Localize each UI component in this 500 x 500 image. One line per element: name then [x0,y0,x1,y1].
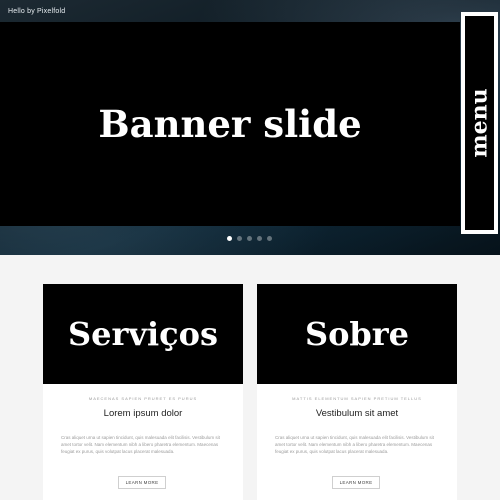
hero-background: Hello by Pixelfold Banner slide [0,0,500,255]
menu-button[interactable]: menu [461,12,498,234]
slider-dot[interactable] [257,236,262,241]
card-eyebrow: MATTIS ELEMENTUM SAPIEN PRETIUM TELLUS [292,396,422,401]
card-title: Vestibulum sit amet [315,408,399,419]
card-heading: Serviços [43,284,243,384]
card-text: Cras aliquet urna ut sapien tincidunt, q… [61,435,220,454]
card-about: Sobre MATTIS ELEMENTUM SAPIEN PRETIUM TE… [257,284,457,500]
slider-dot[interactable] [227,236,232,241]
banner-slide: Banner slide [0,22,460,226]
menu-label: menu [466,88,493,158]
slider-dots [227,236,272,241]
slider-dot[interactable] [267,236,272,241]
brand-logo[interactable]: Hello by Pixelfold [8,8,65,15]
card-title: Lorem ipsum dolor [103,408,183,419]
card-text: Cras aliquet urna ut sapien tincidunt, q… [275,435,434,454]
card-heading: Sobre [257,284,457,384]
learn-more-button[interactable]: LEARN MORE [332,476,380,489]
card-services: Serviços MAECENAS SAPIEN PRURET ES PURUS… [43,284,243,500]
banner-title: Banner slide [98,102,362,146]
card-eyebrow: MAECENAS SAPIEN PRURET ES PURUS [88,396,198,401]
slider-dot[interactable] [237,236,242,241]
slider-dot[interactable] [247,236,252,241]
learn-more-button[interactable]: LEARN MORE [118,476,166,489]
